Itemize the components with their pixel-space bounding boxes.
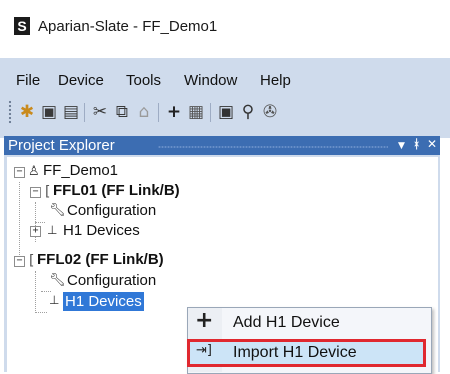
app-logo-icon: S xyxy=(14,17,30,35)
tree-line xyxy=(35,271,36,313)
tree-root-label[interactable]: FF_Demo1 xyxy=(43,161,118,181)
pin-icon[interactable]: ᚼ xyxy=(413,137,420,151)
network-icon[interactable]: ⚲ xyxy=(238,101,258,123)
tree-line xyxy=(35,312,47,313)
collapse-icon[interactable]: − xyxy=(30,187,41,198)
module-icon: [ xyxy=(29,253,35,269)
h1-network-icon: ⊥ xyxy=(47,223,58,237)
dropdown-icon[interactable]: ▼ xyxy=(398,141,405,151)
menu-help[interactable]: Help xyxy=(260,72,291,89)
menu-window[interactable]: Window xyxy=(184,72,237,89)
save-icon[interactable]: ▤ xyxy=(61,101,81,123)
add-icon[interactable]: + xyxy=(164,101,184,123)
copy-icon[interactable]: ⧉ xyxy=(112,101,132,123)
wrench-icon: 🔧︎ xyxy=(49,273,66,288)
panel-title: Project Explorer xyxy=(8,137,115,154)
properties-icon[interactable]: ▦ xyxy=(186,101,206,123)
context-menu-add-h1-device[interactable]: Add H1 Device xyxy=(233,314,340,332)
context-menu-import-h1-device[interactable]: Import H1 Device xyxy=(233,344,357,362)
toolbar-separator xyxy=(84,103,85,122)
panel-header-grip xyxy=(158,146,388,148)
expand-icon[interactable]: + xyxy=(30,226,41,237)
close-icon[interactable]: ✕ xyxy=(427,137,437,151)
toolbar-separator xyxy=(210,103,211,122)
import-icon: ⇥] xyxy=(196,343,212,358)
tree-node-configuration[interactable]: Configuration xyxy=(67,271,156,291)
tree-node-ffl02[interactable]: FFL02 (FF Link/B) xyxy=(37,250,164,270)
tree-line xyxy=(41,291,51,292)
h1-network-icon: ⊥ xyxy=(49,293,60,307)
plus-icon: + xyxy=(195,308,214,333)
project-icon: ♙ xyxy=(28,164,40,179)
menu-file[interactable]: File xyxy=(16,72,40,89)
module-icon[interactable]: ▣ xyxy=(216,101,236,123)
open-file-icon[interactable]: ▣ xyxy=(39,101,59,123)
paste-icon[interactable]: ⌂ xyxy=(134,101,154,123)
tree-node-configuration[interactable]: Configuration xyxy=(67,201,156,221)
menu-device[interactable]: Device xyxy=(58,72,104,89)
window-title: Aparian-Slate - FF_Demo1 xyxy=(38,18,218,35)
tree-line xyxy=(35,222,45,223)
toolbar-separator xyxy=(158,103,159,122)
toolbar-grip[interactable] xyxy=(8,100,12,124)
cut-icon[interactable]: ✂ xyxy=(90,101,110,123)
collapse-icon[interactable]: − xyxy=(14,256,25,267)
settings-icon[interactable]: ✇ xyxy=(260,101,280,123)
module-icon: [ xyxy=(45,184,51,200)
new-file-icon[interactable]: ✱ xyxy=(17,101,37,123)
tree-node-h1-devices-selected[interactable]: H1 Devices xyxy=(63,292,144,311)
menu-tools[interactable]: Tools xyxy=(126,72,161,89)
tree-node-h1-devices[interactable]: H1 Devices xyxy=(63,221,140,241)
collapse-icon[interactable]: − xyxy=(14,167,25,178)
wrench-icon: 🔧︎ xyxy=(49,203,66,218)
tree-node-ffl01[interactable]: FFL01 (FF Link/B) xyxy=(53,181,180,201)
